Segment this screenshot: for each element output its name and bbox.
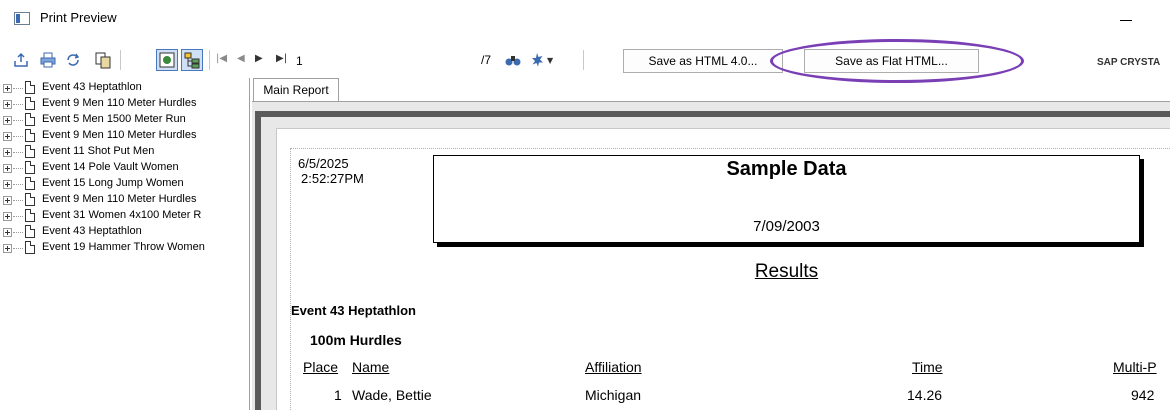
expand-plus-icon[interactable]: [3, 180, 12, 189]
minimize-button[interactable]: [1112, 8, 1140, 30]
print-date: 6/5/2025: [298, 156, 349, 171]
expand-plus-icon[interactable]: [3, 228, 12, 237]
document-icon: [25, 81, 35, 94]
column-header-name: Name: [352, 359, 390, 375]
find-binoculars-icon[interactable]: [504, 51, 522, 69]
expand-plus-icon[interactable]: [3, 132, 12, 141]
document-icon: [25, 97, 35, 110]
toolbar-separator: [583, 50, 584, 70]
tree-item[interactable]: Event 31 Women 4x100 Meter R: [0, 208, 249, 224]
tree-item[interactable]: Event 19 Hammer Throw Women: [0, 240, 249, 256]
report-date: 7/09/2003: [753, 218, 820, 235]
column-header-affiliation: Affiliation: [585, 359, 642, 375]
expand-plus-icon[interactable]: [3, 244, 12, 253]
page-number-input[interactable]: [292, 52, 474, 69]
export-icon[interactable]: [12, 51, 30, 69]
document-icon: [25, 241, 35, 254]
print-preview-app-icon: [14, 12, 30, 25]
title-bar: Print Preview: [0, 0, 1170, 38]
tree-item[interactable]: Event 9 Men 110 Meter Hurdles: [0, 128, 249, 144]
document-icon: [25, 113, 35, 126]
window-title: Print Preview: [40, 10, 117, 25]
document-icon: [25, 145, 35, 158]
row-place: 1: [334, 387, 342, 403]
toolbar-separator: [209, 50, 210, 70]
report-title: Sample Data: [726, 158, 847, 180]
tree-item[interactable]: Event 15 Long Jump Women: [0, 176, 249, 192]
group-tree-toggle-icon[interactable]: [156, 49, 178, 71]
tree-item[interactable]: Event 43 Heptathlon: [0, 80, 249, 96]
print-time: 2:52:27PM: [301, 171, 364, 186]
document-icon: [25, 161, 35, 174]
tree-item[interactable]: Event 9 Men 110 Meter Hurdles: [0, 192, 249, 208]
tree-item-label: Event 43 Heptathlon: [42, 81, 142, 93]
previous-page-icon[interactable]: ◀: [237, 53, 245, 65]
event-heading: Event 43 Heptathlon: [291, 303, 416, 318]
highlight-annotation: [770, 39, 1024, 83]
column-header-multi: Multi-P: [1113, 359, 1157, 375]
tree-item-label: Event 9 Men 110 Meter Hurdles: [42, 97, 197, 109]
expand-plus-icon[interactable]: [3, 84, 12, 93]
row-affiliation: Michigan: [585, 387, 642, 403]
expand-plus-icon[interactable]: [3, 212, 12, 221]
column-header-place: Place: [303, 359, 339, 375]
sub-event-heading: 100m Hurdles: [310, 332, 402, 348]
column-header-time: Time: [912, 359, 943, 375]
tree-item-label: Event 5 Men 1500 Meter Run: [42, 113, 186, 125]
expand-plus-icon[interactable]: [3, 148, 12, 157]
expand-plus-icon[interactable]: [3, 100, 12, 109]
zoom-dropdown-chevron-icon[interactable]: ▼: [547, 55, 553, 67]
group-tree[interactable]: Event 43 Heptathlon Event 9 Men 110 Mete…: [0, 78, 250, 410]
document-icon: [25, 177, 35, 190]
expand-plus-icon[interactable]: [3, 196, 12, 205]
expand-plus-icon[interactable]: [3, 164, 12, 173]
document-icon: [25, 129, 35, 142]
save-as-html4-button[interactable]: Save as HTML 4.0...: [623, 49, 783, 73]
next-page-icon[interactable]: ▶: [255, 53, 263, 65]
tree-item[interactable]: Event 11 Shot Put Men: [0, 144, 249, 160]
tree-item[interactable]: Event 14 Pole Vault Women: [0, 160, 249, 176]
document-icon: [25, 193, 35, 206]
document-icon: [25, 225, 35, 238]
page-total: /7: [481, 53, 492, 67]
document-icon: [25, 209, 35, 222]
copy-icon[interactable]: [94, 51, 112, 69]
row-name: Wade, Bettie: [352, 387, 432, 403]
tree-item-label: Event 9 Men 110 Meter Hurdles: [42, 193, 197, 205]
parameter-panel-toggle-icon[interactable]: [181, 49, 203, 71]
tab-main-report[interactable]: Main Report: [253, 78, 339, 102]
sap-crystal-brand: SAP CRYSTA: [1097, 57, 1161, 68]
last-page-icon[interactable]: ▶|: [276, 53, 287, 65]
tree-item-label: Event 15 Long Jump Women: [42, 177, 184, 189]
tree-item[interactable]: Event 5 Men 1500 Meter Run: [0, 112, 249, 128]
refresh-icon[interactable]: [64, 51, 82, 69]
print-icon[interactable]: [39, 51, 57, 69]
tree-item-label: Event 43 Heptathlon: [42, 225, 142, 237]
row-multi: 942: [1131, 387, 1155, 403]
toolbar-separator: [120, 50, 121, 70]
report-subtitle: Results: [754, 261, 819, 282]
row-time: 14.26: [907, 387, 943, 403]
tree-item-label: Event 9 Men 110 Meter Hurdles: [42, 129, 197, 141]
tree-item[interactable]: Event 43 Heptathlon: [0, 224, 249, 240]
tree-item[interactable]: Event 9 Men 110 Meter Hurdles: [0, 96, 249, 112]
first-page-icon[interactable]: |◀: [216, 53, 227, 65]
tree-item-label: Event 11 Shot Put Men: [42, 145, 155, 157]
tree-item-label: Event 31 Women 4x100 Meter R: [42, 209, 202, 221]
zoom-icon[interactable]: [528, 51, 546, 69]
tree-item-label: Event 14 Pole Vault Women: [42, 161, 179, 173]
expand-plus-icon[interactable]: [3, 116, 12, 125]
tree-item-label: Event 19 Hammer Throw Women: [42, 241, 205, 253]
